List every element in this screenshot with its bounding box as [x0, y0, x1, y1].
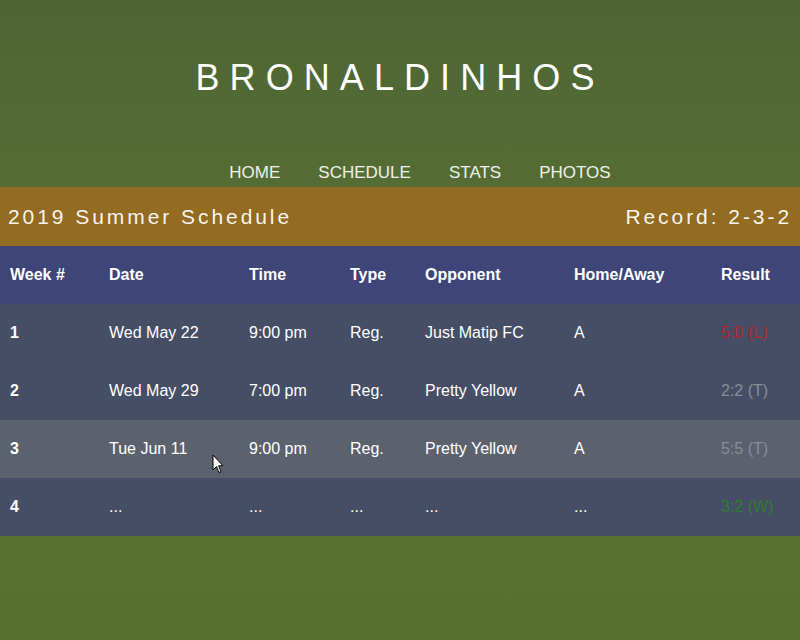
- column-header: Week #: [10, 263, 109, 287]
- table-cell: Pretty Yellow: [425, 379, 574, 403]
- table-cell: 7:00 pm: [249, 379, 350, 403]
- column-header: Type: [350, 263, 425, 287]
- nav-link[interactable]: SCHEDULE: [318, 159, 411, 187]
- column-header: Opponent: [425, 263, 574, 287]
- table-cell: A: [574, 379, 721, 403]
- table-cell: A: [574, 437, 721, 461]
- column-header: Date: [109, 263, 249, 287]
- nav-link[interactable]: PHOTOS: [539, 159, 610, 187]
- table-row[interactable]: 4...............3:2 (W): [0, 478, 800, 536]
- table-row[interactable]: 2Wed May 297:00 pmReg.Pretty YellowA2:2 …: [0, 362, 800, 420]
- table-cell: 4: [10, 495, 109, 519]
- table-cell: Pretty Yellow: [425, 437, 574, 461]
- table-cell: Tue Jun 11: [109, 437, 249, 461]
- nav-link[interactable]: STATS: [449, 159, 501, 187]
- table-cell: Reg.: [350, 437, 425, 461]
- result-cell: 2:2 (T): [721, 379, 800, 403]
- record: Record: 2-3-2: [625, 201, 792, 233]
- schedule-title: 2019 Summer Schedule: [8, 201, 292, 233]
- schedule-banner: 2019 Summer Schedule Record: 2-3-2: [0, 187, 800, 246]
- site-header: BRONALDINHOS HOME SCHEDULE STATS PHOTOS: [0, 0, 800, 187]
- table-cell: ...: [249, 495, 350, 519]
- table-cell: Just Matip FC: [425, 321, 574, 345]
- page-background: BRONALDINHOSHOMESCHEDULESTATSPHOTOS2019 …: [0, 0, 800, 640]
- table-cell: ...: [109, 495, 249, 519]
- table-cell: 9:00 pm: [249, 437, 350, 461]
- column-header: Result: [721, 263, 800, 287]
- schedule-table: Week #DateTimeTypeOpponentHome/AwayResul…: [0, 246, 800, 536]
- site-title: BRONALDINHOS: [195, 52, 604, 104]
- table-cell: ...: [350, 495, 425, 519]
- table-cell: A: [574, 321, 721, 345]
- main-nav: HOME SCHEDULE STATS PHOTOS: [189, 159, 610, 187]
- table-cell: Wed May 22: [109, 321, 249, 345]
- table-cell: Reg.: [350, 379, 425, 403]
- table-cell: 1: [10, 321, 109, 345]
- nav-link[interactable]: HOME: [229, 159, 280, 187]
- table-cell: Reg.: [350, 321, 425, 345]
- mouse-cursor-icon: [212, 454, 224, 474]
- table-cell: 9:00 pm: [249, 321, 350, 345]
- table-header: Week #DateTimeTypeOpponentHome/AwayResul…: [0, 246, 800, 304]
- result-cell: 5:0 (L): [721, 321, 800, 345]
- column-header: Home/Away: [574, 263, 721, 287]
- result-cell: 5:5 (T): [721, 437, 800, 461]
- table-cell: ...: [425, 495, 574, 519]
- table-cell: 3: [10, 437, 109, 461]
- table-cell: Wed May 29: [109, 379, 249, 403]
- table-cell: 2: [10, 379, 109, 403]
- table-row[interactable]: 3Tue Jun 119:00 pmReg.Pretty YellowA5:5 …: [0, 420, 800, 478]
- table-cell: ...: [574, 495, 721, 519]
- result-cell: 3:2 (W): [721, 495, 800, 519]
- column-header: Time: [249, 263, 350, 287]
- table-row[interactable]: 1Wed May 229:00 pmReg.Just Matip FCA5:0 …: [0, 304, 800, 362]
